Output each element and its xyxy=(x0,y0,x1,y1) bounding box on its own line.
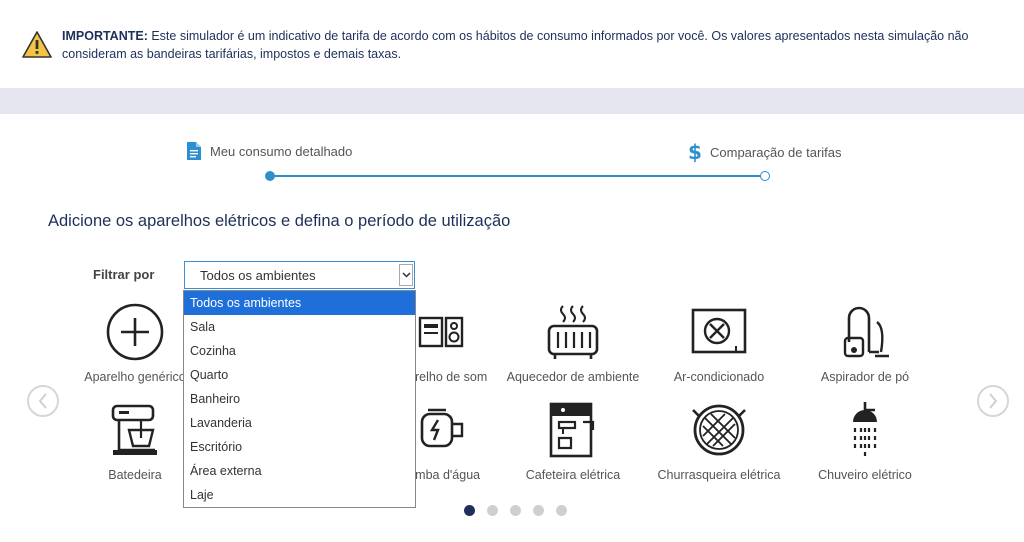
filter-option[interactable]: Laje xyxy=(184,483,415,507)
appliance-aquecedor[interactable]: Aquecedor de ambiente xyxy=(498,302,648,384)
filter-select[interactable]: Todos os ambientes xyxy=(184,261,415,289)
warning-icon xyxy=(22,31,52,58)
appliance-aspirador[interactable]: Aspirador de pó xyxy=(790,302,940,384)
speaker-icon xyxy=(418,316,464,348)
appliance-label: Churrasqueira elétrica xyxy=(657,468,781,482)
filter-option[interactable]: Quarto xyxy=(184,363,415,387)
chevron-right-icon xyxy=(989,393,998,409)
step-label: Meu consumo detalhado xyxy=(210,143,353,159)
svg-text:$: $ xyxy=(688,141,702,163)
appliance-ar-condicionado[interactable]: Ar-condicionado xyxy=(644,302,794,384)
chevron-down-icon[interactable] xyxy=(399,264,413,286)
carousel-prev-button[interactable] xyxy=(27,385,59,417)
filter-selected-value: Todos os ambientes xyxy=(200,268,316,283)
appliance-chuveiro[interactable]: Chuveiro elétrico xyxy=(790,400,940,482)
appliance-label: Chuveiro elétrico xyxy=(818,468,912,482)
coffee-machine-icon xyxy=(549,402,595,458)
appliance-label: Aspirador de pó xyxy=(820,370,910,384)
important-notice: IMPORTANTE: Este simulador é um indicati… xyxy=(0,0,1024,88)
water-pump-icon xyxy=(420,408,464,448)
filter-option[interactable]: Banheiro xyxy=(184,387,415,411)
appliance-label: Aquecedor de ambiente xyxy=(506,370,640,384)
section-title: Adicione os aparelhos elétricos e defina… xyxy=(48,212,511,230)
pager-dot[interactable] xyxy=(533,505,544,516)
filter-option[interactable]: Lavanderia xyxy=(184,411,415,435)
plus-circle-icon xyxy=(106,303,164,361)
appliance-label: Ar-condicionado xyxy=(673,370,765,384)
notice-text: IMPORTANTE: Este simulador é um indicati… xyxy=(62,29,969,61)
document-icon xyxy=(187,142,201,160)
chevron-left-icon xyxy=(38,393,47,409)
step-dot-inactive xyxy=(760,171,770,181)
stand-mixer-icon xyxy=(111,404,157,455)
filter-dropdown-list[interactable]: Todos os ambientes Sala Cozinha Quarto Banhe… xyxy=(183,290,416,508)
pager-dot[interactable] xyxy=(464,505,475,516)
step-dot-active xyxy=(265,171,275,181)
appliance-cafeteira[interactable]: Cafeteira elétrica xyxy=(498,400,648,482)
divider-band xyxy=(0,88,1024,114)
carousel-next-button[interactable] xyxy=(977,385,1009,417)
grill-icon xyxy=(692,404,746,456)
filter-option[interactable]: Sala xyxy=(184,315,415,339)
step-comparacao[interactable]: $ Comparação de tarifas xyxy=(688,141,842,163)
vacuum-cleaner-icon xyxy=(843,306,889,358)
dollar-icon: $ xyxy=(688,141,702,163)
step-label: Comparação de tarifas xyxy=(710,144,842,160)
appliance-label: Cafeteira elétrica xyxy=(525,468,621,482)
filter-option[interactable]: Cozinha xyxy=(184,339,415,363)
air-conditioner-icon xyxy=(691,308,747,354)
heater-icon xyxy=(547,305,599,359)
appliance-churrasqueira[interactable]: Churrasqueira elétrica xyxy=(644,400,794,482)
filter-label: Filtrar por xyxy=(93,267,155,282)
carousel-pager xyxy=(464,505,567,516)
filter-option[interactable]: Área externa xyxy=(184,459,415,483)
filter-option[interactable]: Todos os ambientes xyxy=(184,291,415,315)
pager-dot[interactable] xyxy=(510,505,521,516)
shower-icon xyxy=(853,402,877,456)
pager-dot[interactable] xyxy=(556,505,567,516)
progress-track xyxy=(270,175,766,177)
step-meu-consumo[interactable]: Meu consumo detalhado xyxy=(186,141,352,161)
pager-dot[interactable] xyxy=(487,505,498,516)
filter-option[interactable]: Escritório xyxy=(184,435,415,459)
